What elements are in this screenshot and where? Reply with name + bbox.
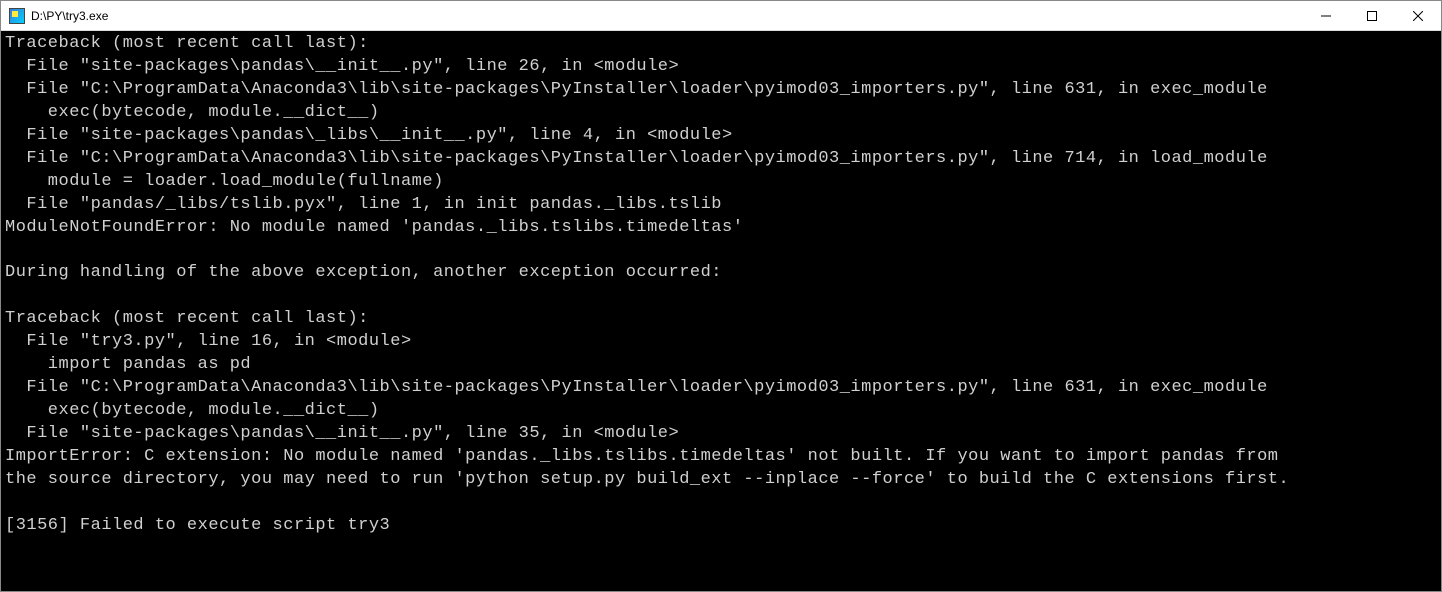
titlebar[interactable]: D:\PY\try3.exe [1, 1, 1441, 31]
app-icon [9, 8, 25, 24]
minimize-button[interactable] [1303, 1, 1349, 30]
window-controls [1303, 1, 1441, 30]
terminal-output[interactable]: Traceback (most recent call last): File … [1, 31, 1441, 591]
maximize-button[interactable] [1349, 1, 1395, 30]
window-title: D:\PY\try3.exe [31, 9, 1303, 23]
console-window: D:\PY\try3.exe Traceback (most recent ca… [0, 0, 1442, 592]
close-button[interactable] [1395, 1, 1441, 30]
